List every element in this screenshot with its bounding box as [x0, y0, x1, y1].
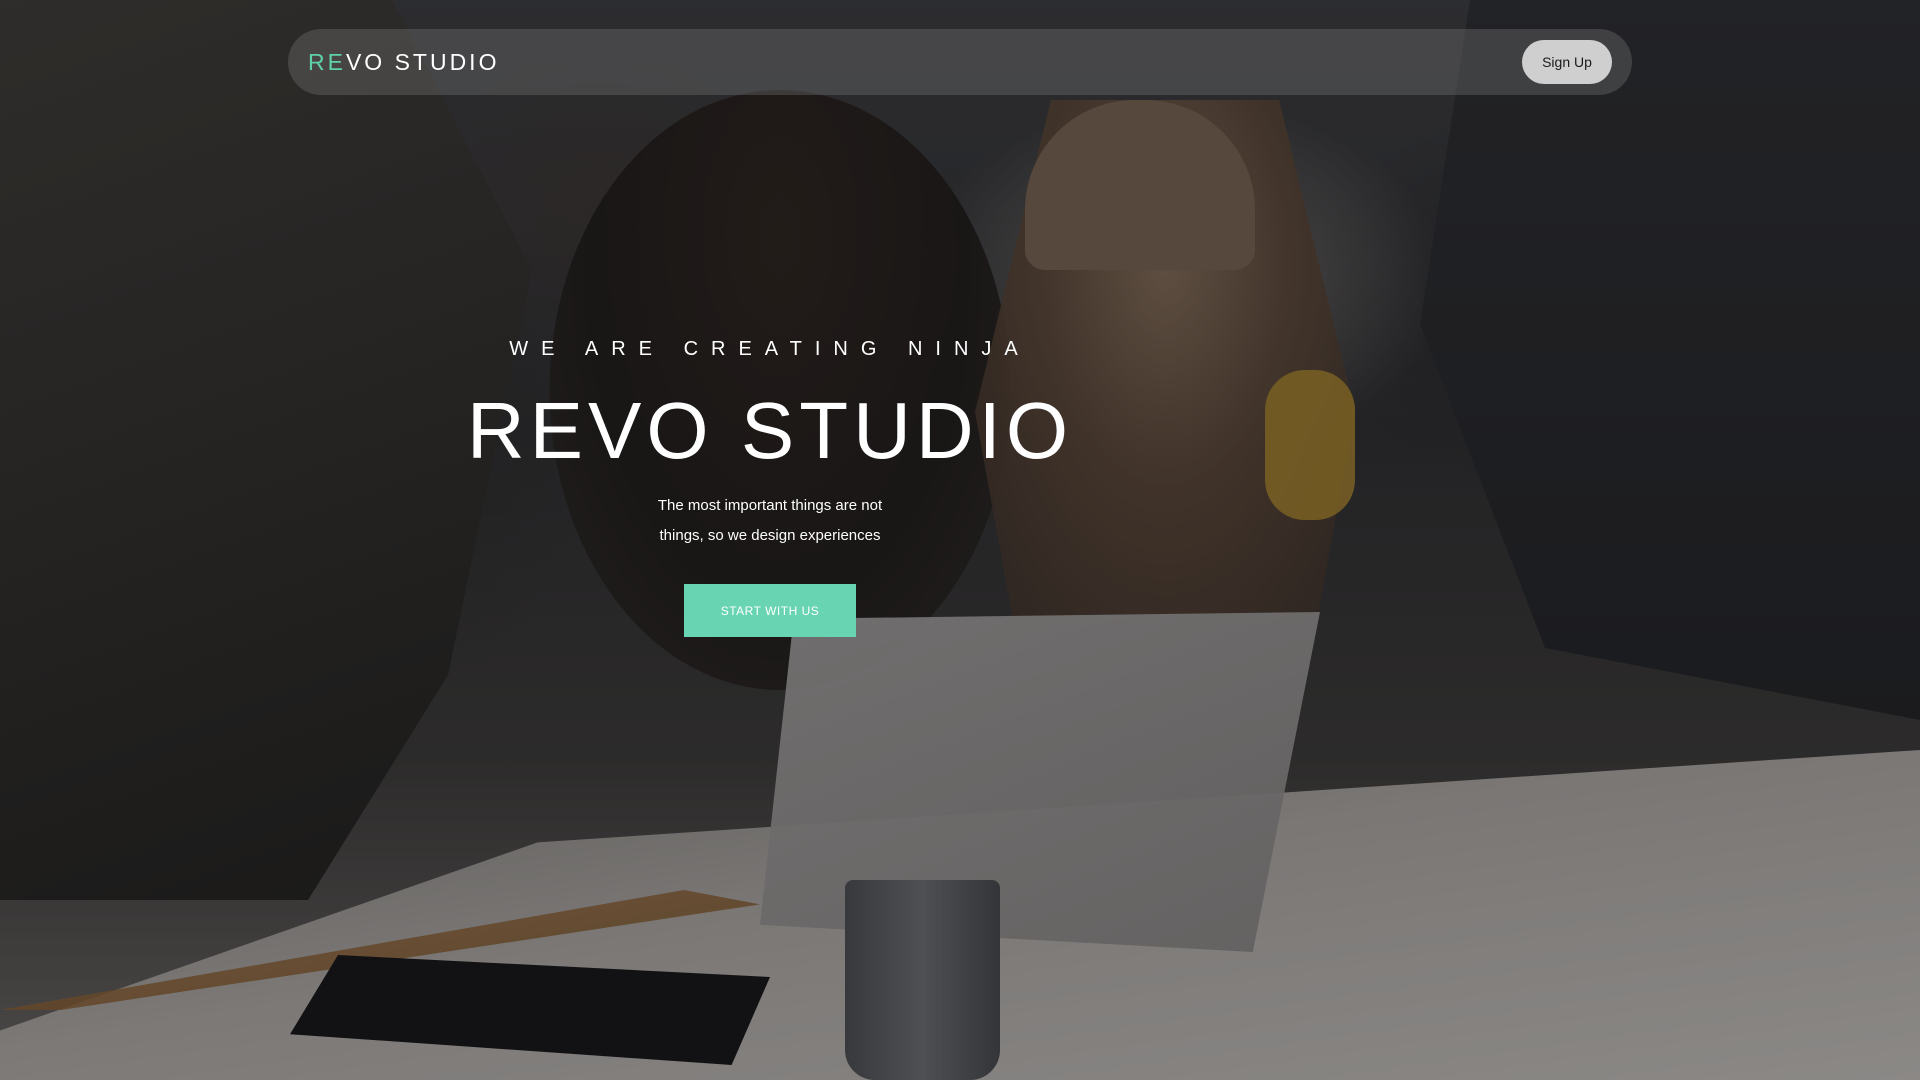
brand-logo-accent: RE [308, 48, 346, 75]
signup-button[interactable]: Sign Up [1522, 40, 1612, 84]
hero-section: REVO STUDIO Sign Up WE ARE CREATING NINJ… [0, 0, 1920, 1080]
hero-title: REVO STUDIO [466, 386, 1074, 475]
start-with-us-button[interactable]: START WITH US [684, 584, 856, 637]
brand-logo[interactable]: REVO STUDIO [308, 49, 499, 76]
hero-tagline: WE ARE CREATING NINJA [509, 338, 1031, 360]
brand-logo-text: VO STUDIO [345, 48, 500, 75]
hero-subtitle: The most important things are not things… [657, 497, 883, 544]
navbar: REVO STUDIO Sign Up [288, 29, 1632, 95]
hero-content: WE ARE CREATING NINJA REVO STUDIO The mo… [420, 330, 1120, 637]
